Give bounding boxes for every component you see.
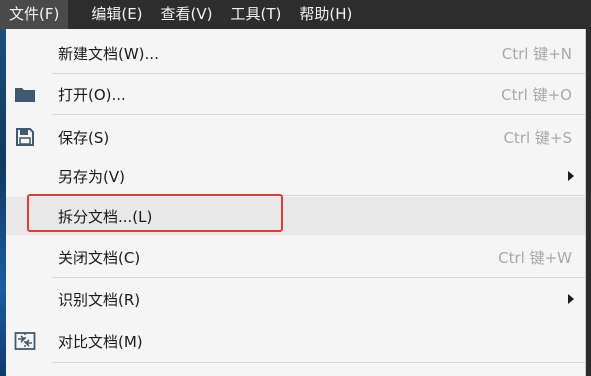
menu-item-recognize-document[interactable]: 识别文档(R) (6, 280, 585, 318)
menu-item-close-document[interactable]: 关闭文档(C) Ctrl 键+W (6, 238, 585, 276)
menu-item-open[interactable]: 打开(O)... Ctrl 键+O (6, 75, 585, 113)
menu-item-save-as[interactable]: 另存为(V) (6, 157, 585, 195)
menu-item-label: 保存(S) (58, 128, 110, 147)
menu-separator (52, 277, 585, 278)
menu-separator (52, 73, 585, 74)
highlight-box (27, 194, 283, 232)
menu-item-label: 打开(O)... (58, 85, 126, 104)
submenu-arrow-icon (568, 171, 574, 181)
menu-separator (52, 114, 585, 115)
menu-item-shortcut: Ctrl 键+N (501, 44, 572, 63)
folder-icon (13, 82, 37, 106)
menu-item-shortcut: Ctrl 键+W (498, 248, 572, 267)
menubar-gap (68, 0, 82, 29)
menu-item-shortcut: Ctrl 键+S (503, 128, 572, 147)
menu-item-compare-documents[interactable]: 对比文档(M) (6, 322, 585, 360)
menubar: 文件(F) 编辑(E) 查看(V) 工具(T) 帮助(H) (0, 0, 591, 29)
menu-view[interactable]: 查看(V) (152, 0, 222, 29)
save-icon (13, 125, 37, 149)
menu-file[interactable]: 文件(F) (0, 0, 69, 29)
submenu-arrow-icon (568, 294, 574, 304)
menu-item-save[interactable]: 保存(S) Ctrl 键+S (6, 118, 585, 156)
menu-item-label: 新建文档(W)... (58, 44, 159, 63)
menu-help[interactable]: 帮助(H) (290, 0, 361, 29)
menu-item-new-document[interactable]: 新建文档(W)... Ctrl 键+N (6, 34, 585, 72)
menu-item-label: 识别文档(R) (58, 290, 141, 309)
menu-item-shortcut: Ctrl 键+O (501, 85, 572, 104)
menu-tools[interactable]: 工具(T) (222, 0, 291, 29)
menu-item-label: 另存为(V) (58, 167, 125, 186)
menu-separator (52, 362, 585, 363)
menu-edit[interactable]: 编辑(E) (82, 0, 151, 29)
menu-item-label: 关闭文档(C) (58, 248, 141, 267)
menu-item-label: 对比文档(M) (58, 332, 143, 351)
compare-icon (13, 329, 37, 353)
